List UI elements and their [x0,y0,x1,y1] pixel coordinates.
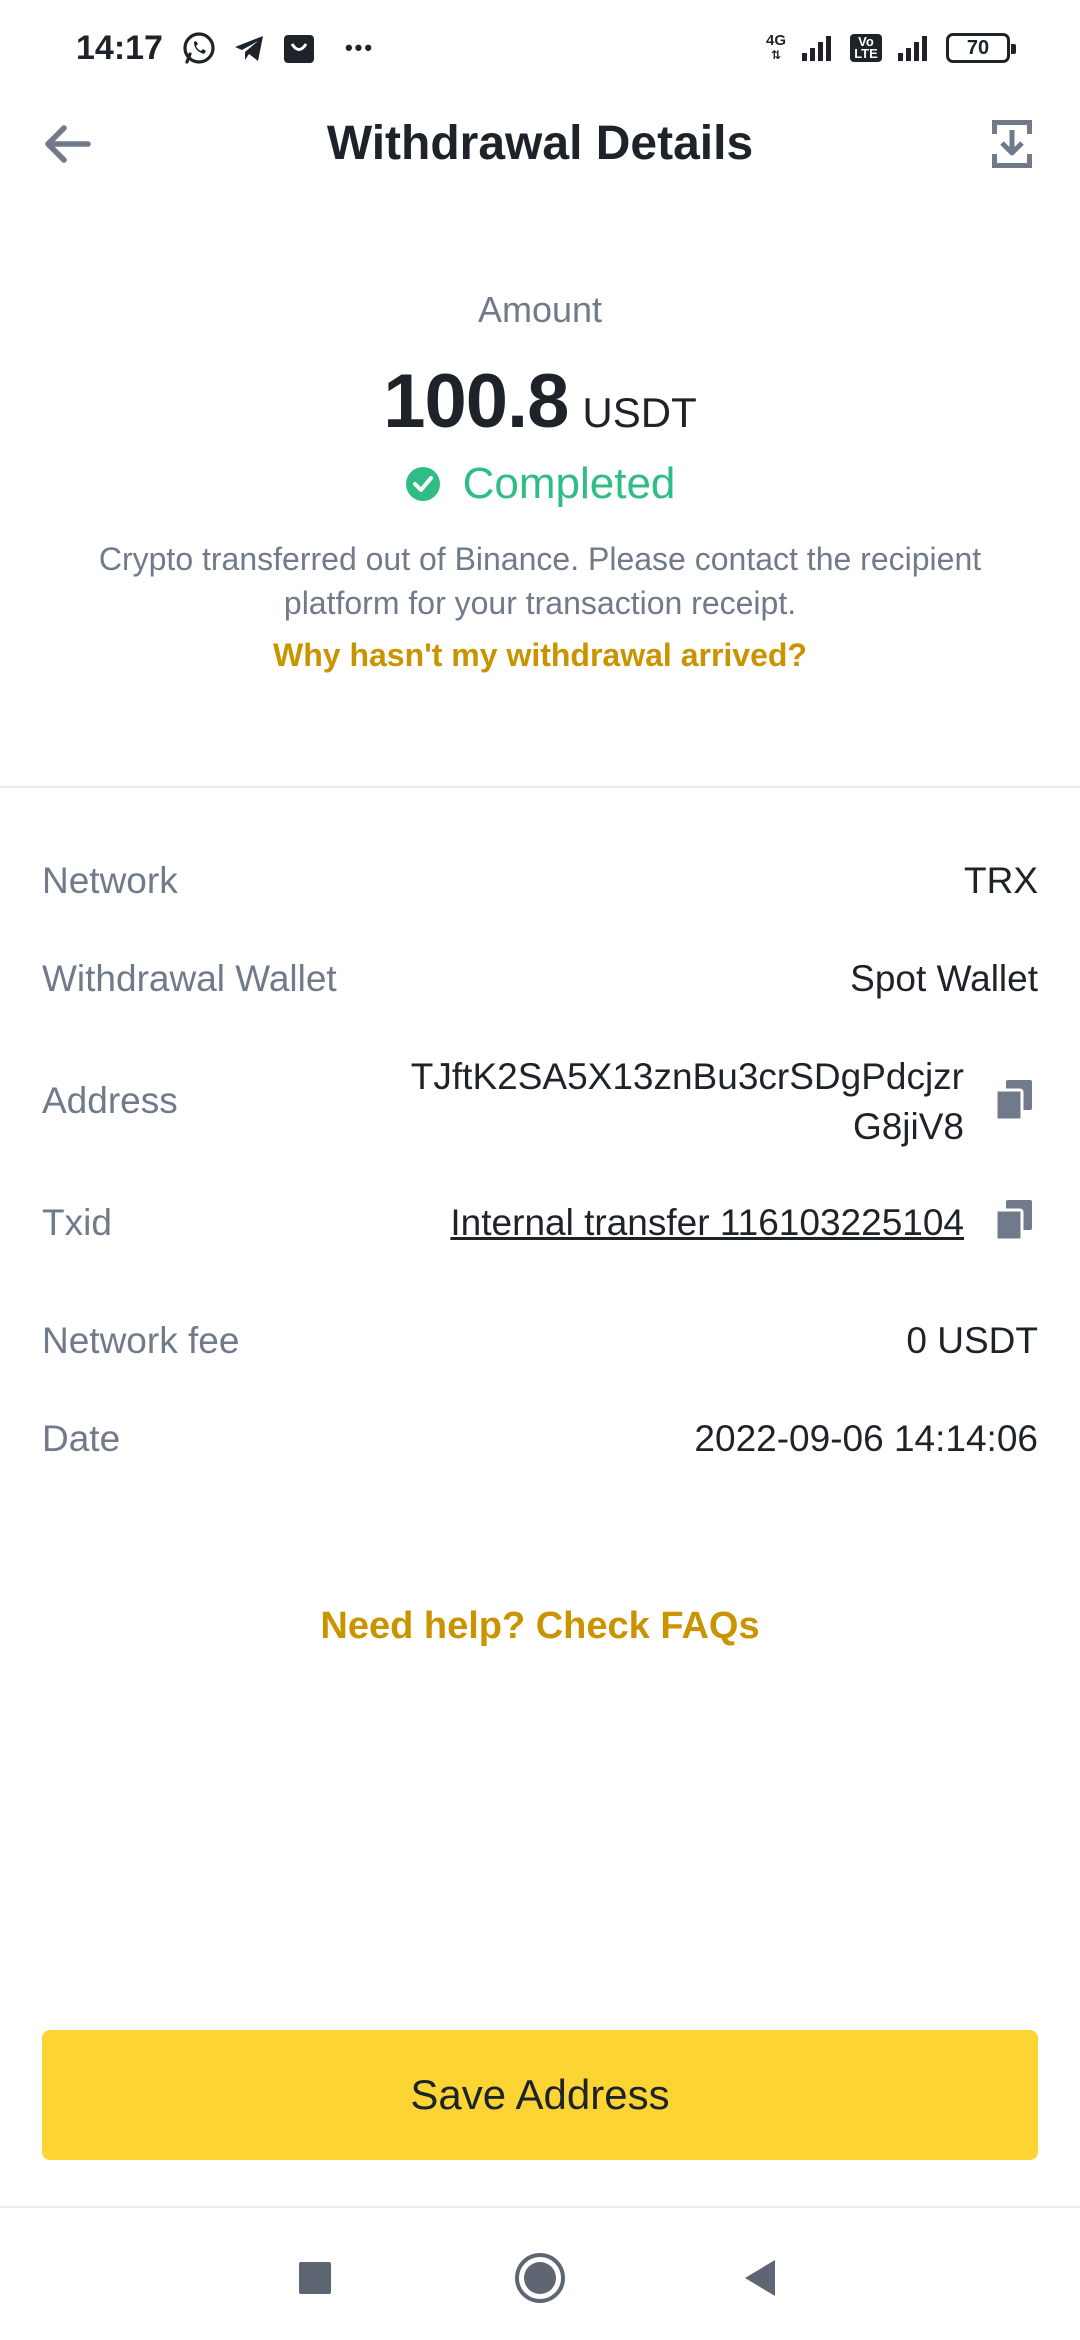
battery-indicator: 70 [946,33,1016,63]
back-button[interactable] [36,114,96,174]
amount-value: 100.8 [383,359,569,444]
signal-strength-icon [800,33,836,63]
address-label: Address [42,1080,178,1121]
download-receipt-button[interactable] [980,112,1044,176]
square-icon [299,2262,331,2294]
network-value: TRX [964,860,1038,901]
withdrawal-not-arrived-link[interactable]: Why hasn't my withdrawal arrived? [0,637,1080,674]
recents-button[interactable] [285,2248,345,2308]
copy-icon [994,1080,1032,1122]
network-label: Network [42,860,178,901]
network-type-indicator: 4G ⇅ [765,32,786,62]
system-navigation-bar [0,2208,1080,2340]
transfer-notice: Crypto transferred out of Binance. Pleas… [98,541,982,621]
volte-icon: Vo LTE [850,34,882,62]
detail-row-wallet: Withdrawal Wallet Spot Wallet [42,958,1038,1056]
txid-value[interactable]: Internal transfer 116103225104 [450,1202,964,1244]
copy-icon [994,1200,1032,1242]
withdrawal-details-list: Network TRX Withdrawal Wallet Spot Walle… [42,860,1038,1516]
withdrawal-summary: Amount 100.8 USDT Completed Crypto trans… [0,280,1080,674]
txid-label: Txid [42,1202,112,1243]
system-indicators: 4G ⇅ Vo LTE 70 [765,32,1016,63]
whatsapp-icon [181,30,217,66]
fee-label: Network fee [42,1320,240,1361]
amount-label: Amount [477,289,603,330]
home-button[interactable] [510,2248,570,2308]
detail-row-network: Network TRX [42,860,1038,958]
copy-txid-button[interactable] [990,1196,1038,1244]
circle-icon [515,2253,565,2303]
signal-strength-2-icon [896,33,932,63]
check-circle-icon [405,467,440,501]
section-divider [0,786,1080,788]
faq-link[interactable]: Need help? Check FAQs [0,1605,1080,1648]
amount-row: 100.8 USDT [0,358,1080,445]
txid-value-group: Internal transfer 116103225104 [450,1200,1038,1244]
wallet-value: Spot Wallet [850,958,1038,999]
save-address-button[interactable]: Save Address [42,2030,1038,2160]
detail-row-txid: Txid Internal transfer 116103225104 [42,1200,1038,1320]
address-value-group: TJftK2SA5X13znBu3crSDgPdcjzrG8jiV8 [404,1056,1038,1152]
withdrawal-status: Completed [0,459,1080,509]
status-time: 14:17 [76,28,163,67]
shopping-bag-icon [281,30,317,66]
copy-address-button[interactable] [990,1076,1038,1124]
amount-unit: USDT [582,389,697,436]
arrow-left-icon [45,125,91,163]
withdrawal-details-screen: 14:17 ••• 4G ⇅ Vo LTE 70 Withdrawal Deta… [0,0,1080,2340]
triangle-back-icon [745,2260,775,2296]
date-label: Date [42,1418,121,1459]
wallet-label: Withdrawal Wallet [42,958,337,999]
address-value: TJftK2SA5X13znBu3crSDgPdcjzrG8jiV8 [410,1056,964,1147]
detail-row-fee: Network fee 0 USDT [42,1320,1038,1418]
download-icon [992,120,1032,168]
detail-row-address: Address TJftK2SA5X13znBu3crSDgPdcjzrG8ji… [42,1056,1038,1202]
telegram-icon [231,30,267,66]
date-value: 2022-09-06 14:14:06 [694,1418,1038,1459]
back-nav-button[interactable] [730,2248,790,2308]
more-notifications-icon: ••• [344,35,375,60]
status-text: Completed [462,459,676,508]
app-header: Withdrawal Details [0,96,1080,192]
status-bar: 14:17 ••• 4G ⇅ Vo LTE 70 [0,0,1080,96]
notification-icons: ••• [181,30,374,66]
fee-value: 0 USDT [906,1320,1038,1361]
detail-row-date: Date 2022-09-06 14:14:06 [42,1418,1038,1516]
page-title: Withdrawal Details [326,117,754,170]
